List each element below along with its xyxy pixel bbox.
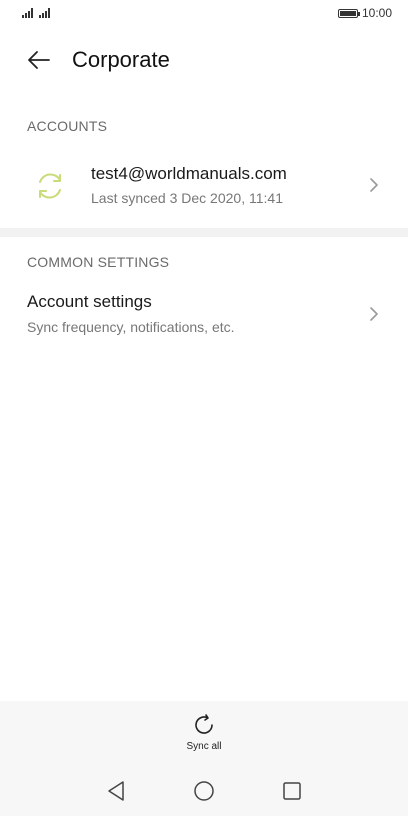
nav-home-button[interactable] <box>192 779 216 803</box>
sync-icon <box>39 173 61 199</box>
chevron-right-icon <box>370 307 378 321</box>
status-right: 10:00 <box>337 6 392 20</box>
account-text: test4@worldmanuals.com Last synced 3 Dec… <box>91 164 287 206</box>
account-settings-title: Account settings <box>27 292 152 311</box>
refresh-icon <box>195 714 213 734</box>
back-button[interactable] <box>24 45 54 75</box>
account-last-synced: Last synced 3 Dec 2020, 11:41 <box>91 190 283 206</box>
sync-all-button[interactable]: Sync all <box>186 701 222 765</box>
nav-back-button[interactable] <box>104 779 128 803</box>
status-time: 10:00 <box>361 6 392 20</box>
signal-icon <box>39 8 50 18</box>
account-email: test4@worldmanuals.com <box>91 164 287 183</box>
back-arrow-icon <box>28 51 50 69</box>
sync-all-label: Sync all <box>186 741 222 752</box>
screen: 10:00 Corporate ACCOUNTS test4@worldmanu… <box>0 0 408 816</box>
chevron-right-icon <box>370 178 378 192</box>
header: Corporate <box>0 38 408 82</box>
nav-recents-button[interactable] <box>280 779 304 803</box>
action-bar: Sync all <box>0 701 408 765</box>
circle-home-icon <box>194 780 214 801</box>
section-label-common-settings: COMMON SETTINGS <box>27 254 170 270</box>
page-title: Corporate <box>72 47 170 72</box>
account-settings-subtitle: Sync frequency, notifications, etc. <box>27 319 235 335</box>
account-settings-row[interactable]: Account settings Sync frequency, notific… <box>0 288 408 342</box>
signal-icon <box>22 8 33 18</box>
square-recents-icon <box>283 781 301 800</box>
signal-indicators <box>22 8 50 18</box>
battery-icon <box>337 8 360 18</box>
navigation-bar <box>0 765 408 816</box>
section-label-accounts: ACCOUNTS <box>27 118 108 134</box>
triangle-back-icon <box>108 780 124 801</box>
section-divider <box>0 228 408 237</box>
status-bar: 10:00 <box>0 0 408 26</box>
account-row[interactable]: test4@worldmanuals.com Last synced 3 Dec… <box>0 155 408 217</box>
